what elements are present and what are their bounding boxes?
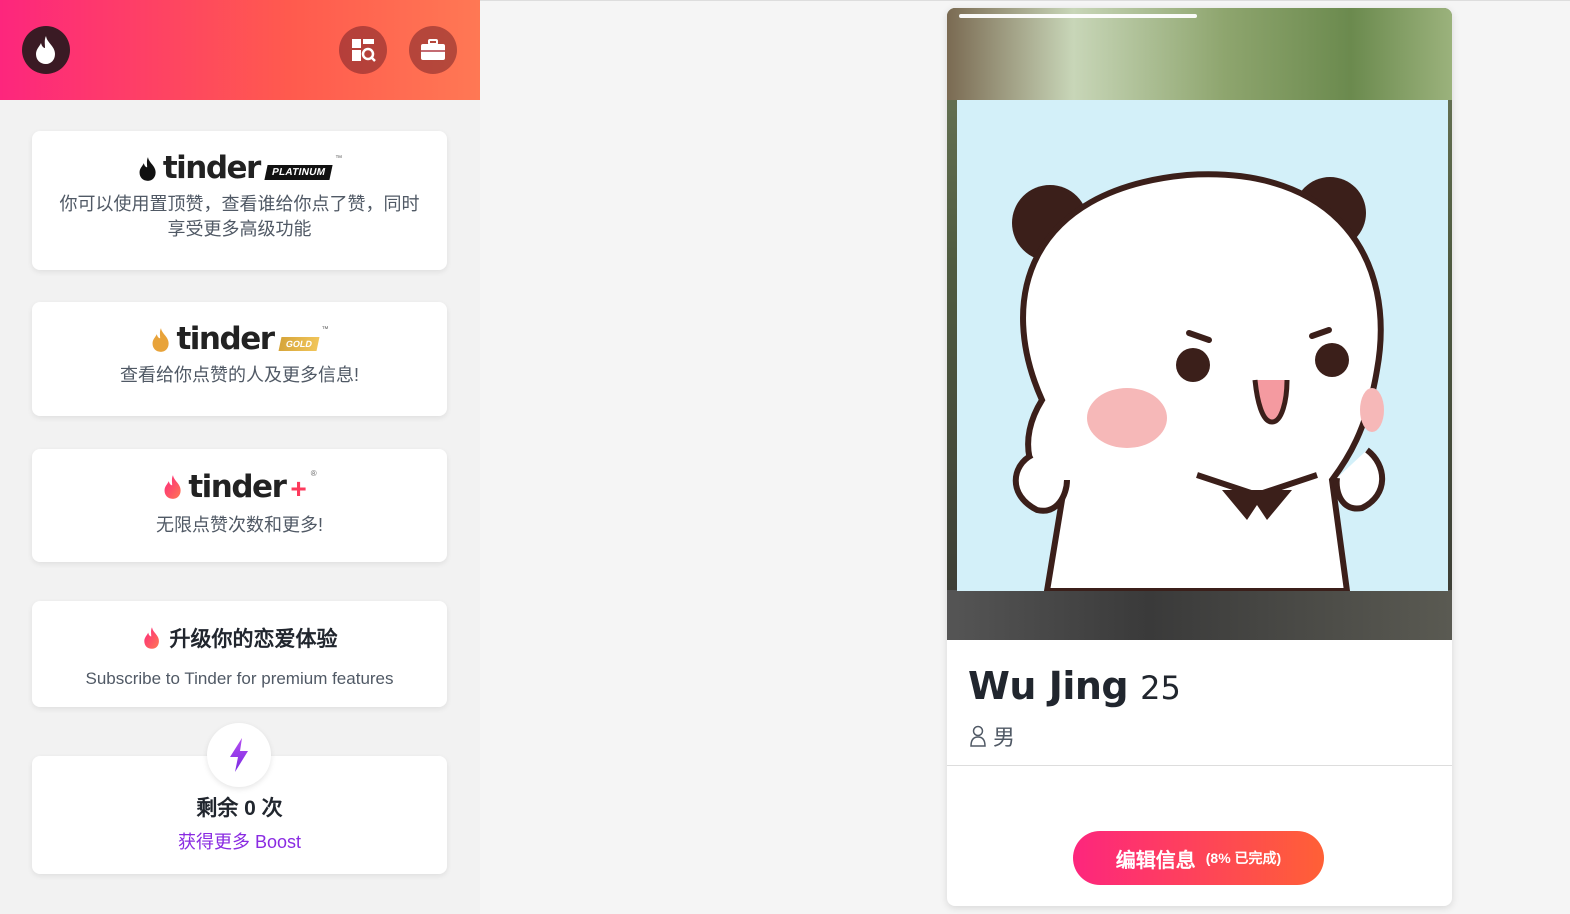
photo-background-bottom xyxy=(947,590,1452,640)
boost-remaining: 剩余 0 次 xyxy=(196,797,283,820)
profile-avatar-button[interactable] xyxy=(22,26,70,74)
upgrade-title: 升级你的恋爱体验 xyxy=(169,628,338,651)
platinum-description: 你可以使用置顶赞，查看谁给你点了赞，同时享受更多高级功能 xyxy=(59,194,420,239)
registered-mark: ® xyxy=(310,469,317,478)
logo-wordmark: tinder xyxy=(188,468,287,505)
tinder-flame-icon xyxy=(153,327,170,352)
logo-wordmark: tinder xyxy=(162,150,262,186)
boost-icon-bubble xyxy=(207,723,271,787)
gold-card[interactable]: tinder GOLD ™ 查看给你点赞的人及更多信息! xyxy=(32,302,447,416)
tinder-flame-icon xyxy=(139,156,156,181)
tinder-plus-logo: tinder + ® xyxy=(32,469,447,505)
top-divider xyxy=(480,0,1570,1)
lightning-bolt-icon xyxy=(230,738,248,772)
tinder-flame-icon xyxy=(36,36,55,64)
gold-badge: GOLD xyxy=(278,336,320,351)
tinder-flame-icon xyxy=(143,627,159,649)
name-age-row: Wu Jing 25 xyxy=(968,664,1181,708)
trademark: ™ xyxy=(335,155,343,162)
upgrade-subtitle: Subscribe to Tinder for premium features xyxy=(85,669,394,688)
edit-progress-label: (8% 已完成) xyxy=(1205,850,1282,866)
explore-icon xyxy=(352,39,376,62)
tinder-gold-logo: tinder GOLD ™ xyxy=(32,324,447,355)
gender-row: 男 xyxy=(969,720,1015,752)
edit-info-button[interactable]: 编辑信息 (8% 已完成) xyxy=(1073,831,1324,885)
explore-button[interactable] xyxy=(339,26,387,74)
profile-name: Wu Jing xyxy=(968,664,1129,708)
person-icon xyxy=(970,725,986,747)
tinder-flame-icon xyxy=(164,475,181,499)
photo-background-top xyxy=(947,8,1452,100)
profile-age: 25 xyxy=(1140,669,1181,707)
profile-info: Wu Jing 25 男 xyxy=(947,640,1452,766)
platinum-card[interactable]: tinder PLATINUM ™ 你可以使用置顶赞，查看谁给你点了赞，同时享受… xyxy=(32,131,447,270)
plus-sign: + xyxy=(290,473,307,504)
plus-card[interactable]: tinder + ® 无限点赞次数和更多! xyxy=(32,449,447,562)
photo-progress-bar xyxy=(959,14,1197,18)
edit-info-label: 编辑信息 xyxy=(1115,849,1196,872)
trademark: ™ xyxy=(321,326,329,333)
platinum-badge: PLATINUM xyxy=(264,165,333,180)
panda-illustration xyxy=(1012,171,1386,594)
plus-description: 无限点赞次数和更多! xyxy=(155,515,323,535)
profile-gender: 男 xyxy=(993,725,1016,750)
profile-photo[interactable] xyxy=(947,8,1452,640)
work-button[interactable] xyxy=(409,26,457,74)
upgrade-card[interactable]: 升级你的恋爱体验 Subscribe to Tinder for premium… xyxy=(32,601,447,707)
sidebar-header xyxy=(0,0,480,100)
tinder-platinum-logo: tinder PLATINUM ™ xyxy=(32,153,447,184)
work-icon xyxy=(421,39,445,60)
logo-wordmark: tinder xyxy=(176,321,275,357)
panda-sticker-image xyxy=(957,100,1448,594)
upgrade-title-row: 升级你的恋爱体验 xyxy=(32,623,447,653)
profile-card: Wu Jing 25 男 编辑信息 (8% 已完成) xyxy=(947,8,1452,906)
sidebar: tinder PLATINUM ™ 你可以使用置顶赞，查看谁给你点了赞，同时享受… xyxy=(0,0,480,914)
get-more-boost-link[interactable]: 获得更多 Boost xyxy=(32,828,447,854)
gold-description: 查看给你点赞的人及更多信息! xyxy=(120,365,359,385)
